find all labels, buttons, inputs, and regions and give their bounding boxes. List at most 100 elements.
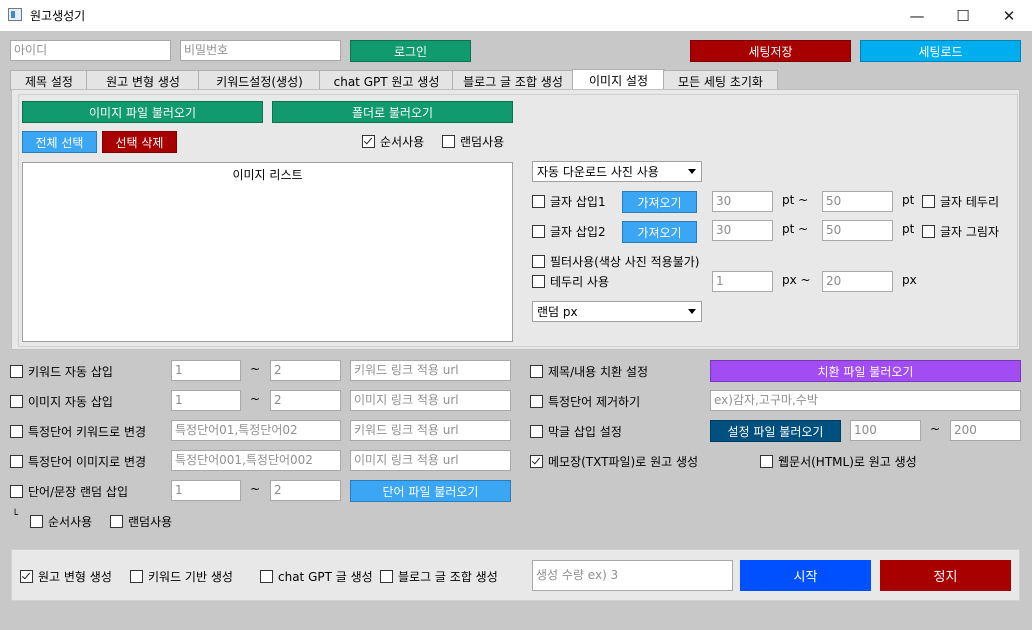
word-keyword-url-input[interactable]: 키워드 링크 적용 url xyxy=(350,420,511,441)
text-insert1-checkbox[interactable]: 글자 삽입1 xyxy=(532,192,606,210)
remove-word-checkbox[interactable]: 특정단어 제거하기 xyxy=(530,392,640,410)
checkbox-checked-icon xyxy=(20,569,33,583)
keyword-gen-checkbox[interactable]: 키워드 기반 생성 xyxy=(130,567,233,585)
password-input[interactable]: 비밀번호 xyxy=(180,40,341,61)
checkbox-icon xyxy=(532,194,545,208)
txt-output-checkbox[interactable]: 메모장(TXT파일)로 원고 생성 xyxy=(530,452,698,470)
pt-min-input-2[interactable]: 30 xyxy=(712,220,773,241)
sentence-order-checkbox[interactable]: 순서사용 xyxy=(30,512,92,530)
text-insert2-checkbox[interactable]: 글자 삽입2 xyxy=(532,222,606,240)
tilde-label: ~ xyxy=(930,422,941,436)
pt-max-input-2[interactable]: 50 xyxy=(822,220,893,241)
tab-modify-gen[interactable]: 원고 변형 생성 xyxy=(86,70,200,91)
tree-corner-glyph: └ xyxy=(12,510,19,521)
html-output-checkbox[interactable]: 웹문서(HTML)로 원고 생성 xyxy=(760,452,917,470)
checkbox-icon xyxy=(10,484,23,498)
image-auto-insert-checkbox[interactable]: 이미지 자동 삽입 xyxy=(10,392,113,410)
load-replace-file-button[interactable]: 치환 파일 불러오기 xyxy=(710,360,1021,382)
tab-chatgpt[interactable]: chat GPT 원고 생성 xyxy=(319,70,454,91)
pt-min-input-1[interactable]: 30 xyxy=(712,191,773,212)
close-button[interactable]: ✕ xyxy=(986,0,1032,31)
image-max-input[interactable]: 2 xyxy=(270,390,341,411)
filter-use-checkbox[interactable]: 필터사용(색상 사진 적용불가) xyxy=(532,252,699,270)
count-input[interactable]: 생성 수량 ex) 3 xyxy=(532,560,733,591)
load-setting-file-button[interactable]: 설정 파일 불러오기 xyxy=(710,420,841,442)
fetch-button-1[interactable]: 가져오기 xyxy=(622,191,697,213)
maximize-button[interactable]: ☐ xyxy=(940,0,986,31)
save-settings-button[interactable]: 세팅저장 xyxy=(690,40,851,62)
last-max-input[interactable]: 200 xyxy=(950,420,1021,441)
checkbox-icon xyxy=(922,224,935,238)
checkbox-checked-icon xyxy=(530,454,543,468)
tab-keyword-settings[interactable]: 키워드설정(생성) xyxy=(198,70,321,91)
image-list[interactable]: 이미지 리스트 xyxy=(22,162,513,342)
image-url-input[interactable]: 이미지 링크 적용 url xyxy=(350,390,511,411)
text-border-checkbox[interactable]: 글자 테두리 xyxy=(922,192,999,210)
sentence-random-checkbox[interactable]: 랜덤사용 xyxy=(110,512,172,530)
sentence-max-input[interactable]: 2 xyxy=(270,480,341,501)
login-button[interactable]: 로그인 xyxy=(350,40,471,62)
random-px-select[interactable]: 랜덤 px xyxy=(532,301,702,322)
px-max-input[interactable]: 20 xyxy=(822,271,893,292)
load-image-file-button[interactable]: 이미지 파일 불러오기 xyxy=(22,101,263,123)
border-use-checkbox[interactable]: 테두리 사용 xyxy=(532,272,609,290)
keyword-max-input[interactable]: 2 xyxy=(270,360,341,381)
checkbox-checked-icon xyxy=(362,134,375,148)
text-shadow-checkbox[interactable]: 글자 그림자 xyxy=(922,222,999,240)
last-min-input[interactable]: 100 xyxy=(850,420,921,441)
image-min-input[interactable]: 1 xyxy=(171,390,241,411)
checkbox-icon xyxy=(532,274,545,288)
tab-blog-combine[interactable]: 블로그 글 조합 생성 xyxy=(452,70,574,91)
load-folder-button[interactable]: 폴더로 불러오기 xyxy=(272,101,513,123)
random-sentence-checkbox[interactable]: 단어/문장 랜덤 삽입 xyxy=(10,482,128,500)
tab-reset-all[interactable]: 모든 세팅 초기화 xyxy=(663,70,778,91)
start-button[interactable]: 시작 xyxy=(740,560,871,591)
fetch-button-2[interactable]: 가져오기 xyxy=(622,221,697,243)
download-photo-select[interactable]: 자동 다운로드 사진 사용 xyxy=(532,161,702,182)
keyword-auto-insert-checkbox[interactable]: 키워드 자동 삽입 xyxy=(10,362,113,380)
keyword-min-input[interactable]: 1 xyxy=(171,360,241,381)
close-icon: ✕ xyxy=(1002,6,1016,25)
tilde-label: ~ xyxy=(250,392,261,406)
checkbox-icon xyxy=(10,454,23,468)
tab-title-settings[interactable]: 제목 설정 xyxy=(10,70,88,91)
load-word-file-button[interactable]: 단어 파일 불러오기 xyxy=(350,480,511,502)
checkbox-icon xyxy=(530,424,543,438)
word-keyword-input[interactable]: 특정단어01,특정단어02 xyxy=(171,420,341,441)
window-title: 원고생성기 xyxy=(30,9,86,23)
tilde-label: ~ xyxy=(250,482,261,496)
checkbox-icon xyxy=(10,424,23,438)
px-label: px xyxy=(902,273,917,287)
tilde-label: ~ xyxy=(250,362,261,376)
sentence-min-input[interactable]: 1 xyxy=(171,480,241,501)
random-use-checkbox[interactable]: 랜덤사용 xyxy=(442,132,504,150)
select-all-button[interactable]: 전체 선택 xyxy=(22,131,97,153)
pt-max-input-1[interactable]: 50 xyxy=(822,191,893,212)
px-min-input[interactable]: 1 xyxy=(712,271,773,292)
pt-label: pt xyxy=(902,222,915,236)
order-use-checkbox[interactable]: 순서사용 xyxy=(362,132,424,150)
load-settings-button[interactable]: 세팅로드 xyxy=(860,40,1021,62)
checkbox-icon xyxy=(532,254,545,268)
word-to-keyword-checkbox[interactable]: 특정단어 키워드로 변경 xyxy=(10,422,146,440)
px-tilde-label: px ~ xyxy=(782,273,811,287)
gpt-gen-checkbox[interactable]: chat GPT 글 생성 xyxy=(260,567,373,585)
word-image-input[interactable]: 특정단어001,특정단어002 xyxy=(171,450,341,471)
title-content-replace-checkbox[interactable]: 제목/내용 치환 설정 xyxy=(530,362,648,380)
id-input[interactable]: 아이디 xyxy=(10,40,171,61)
word-to-image-checkbox[interactable]: 특정단어 이미지로 변경 xyxy=(10,452,146,470)
remove-word-input[interactable]: ex)감자,고구마,수박 xyxy=(710,390,1021,411)
checkbox-icon xyxy=(760,454,773,468)
app-icon xyxy=(8,8,22,21)
blog-gen-checkbox[interactable]: 블로그 글 조합 생성 xyxy=(380,567,498,585)
checkbox-icon xyxy=(260,569,273,583)
tab-image-settings[interactable]: 이미지 설정 xyxy=(572,69,665,91)
word-image-url-input[interactable]: 이미지 링크 적용 url xyxy=(350,450,511,471)
minimize-button[interactable]: — xyxy=(894,0,940,31)
delete-selected-button[interactable]: 선택 삭제 xyxy=(102,131,177,153)
modify-gen-checkbox[interactable]: 원고 변형 생성 xyxy=(20,567,112,585)
last-insert-checkbox[interactable]: 막글 삽입 설정 xyxy=(530,422,622,440)
pt-tilde-label: pt ~ xyxy=(782,222,809,236)
keyword-url-input[interactable]: 키워드 링크 적용 url xyxy=(350,360,511,381)
stop-button[interactable]: 정지 xyxy=(880,560,1011,591)
